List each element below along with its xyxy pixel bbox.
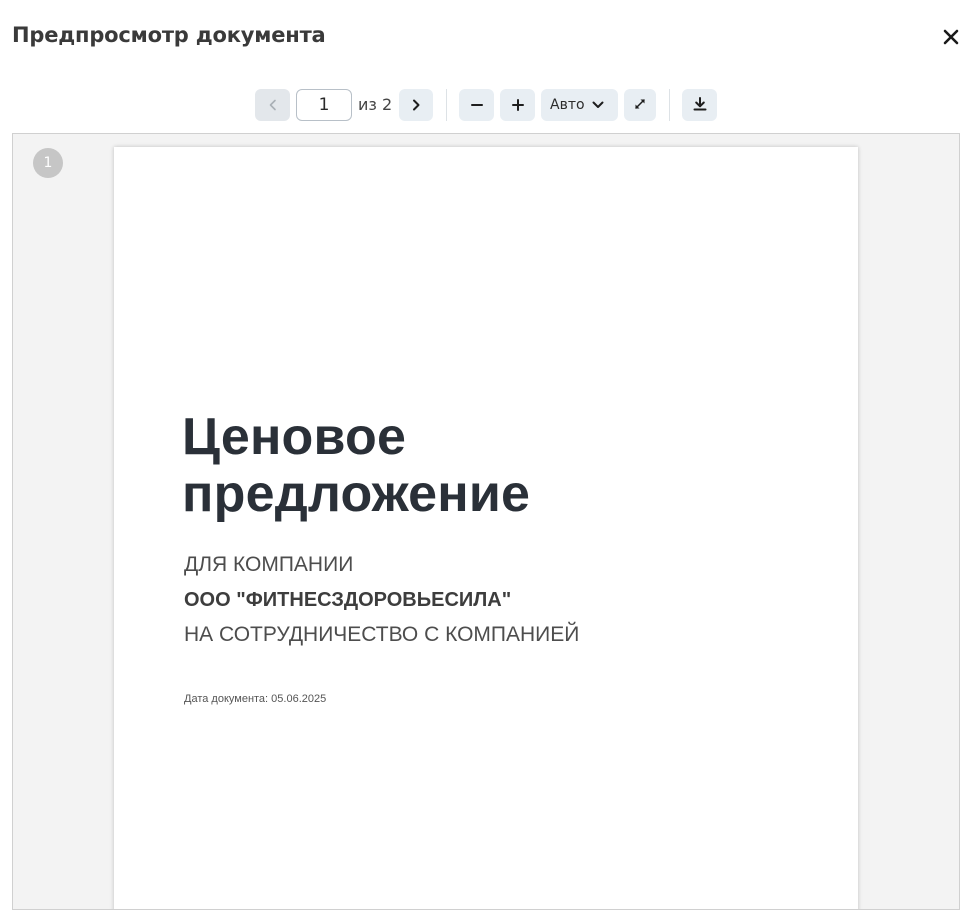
minus-icon (470, 96, 483, 115)
zoom-in-button[interactable] (500, 89, 535, 121)
close-button[interactable] (938, 24, 964, 50)
viewer-toolbar: из 2 Авто (0, 89, 969, 121)
page-count-label: из 2 (358, 95, 393, 114)
expand-icon (633, 96, 647, 115)
fullscreen-button[interactable] (624, 89, 656, 121)
toolbar-divider (669, 89, 670, 121)
document-date: Дата документа: 05.06.2025 (184, 693, 327, 705)
page-number-input[interactable] (296, 89, 352, 121)
document-title-line2: предложение (182, 465, 531, 523)
next-page-button[interactable] (399, 89, 433, 121)
document-subtitle-for: ДЛЯ КОМПАНИИ (184, 553, 354, 576)
document-title-line1: Ценовое (182, 408, 407, 466)
page-number-badge: 1 (33, 148, 63, 178)
chevron-left-icon (268, 96, 278, 115)
document-title: Ценовое предложение (182, 409, 530, 523)
download-button[interactable] (682, 89, 717, 121)
zoom-out-button[interactable] (459, 89, 494, 121)
prev-page-button[interactable] (255, 89, 290, 121)
zoom-level-select[interactable]: Авто (541, 89, 618, 121)
chevron-down-icon (592, 101, 604, 109)
download-icon (693, 96, 707, 115)
document-preview-dialog: Предпросмотр документа из 2 (0, 0, 969, 919)
toolbar-divider (446, 89, 447, 121)
document-viewer[interactable]: 1 Ценовое предложение ДЛЯ КОМПАНИИ ООО "… (12, 133, 960, 910)
document-subtitle-cooperation: НА СОТРУДНИЧЕСТВО С КОМПАНИЕЙ (184, 623, 580, 646)
zoom-level-value: Авто (550, 97, 585, 113)
plus-icon (511, 96, 524, 115)
document-page: Ценовое предложение ДЛЯ КОМПАНИИ ООО "ФИ… (114, 147, 858, 909)
chevron-right-icon (411, 96, 421, 115)
dialog-title: Предпросмотр документа (12, 23, 326, 47)
close-icon (943, 29, 959, 45)
document-company-name: ООО "ФИТНЕСЗДОРОВЬЕСИЛА" (184, 589, 512, 611)
